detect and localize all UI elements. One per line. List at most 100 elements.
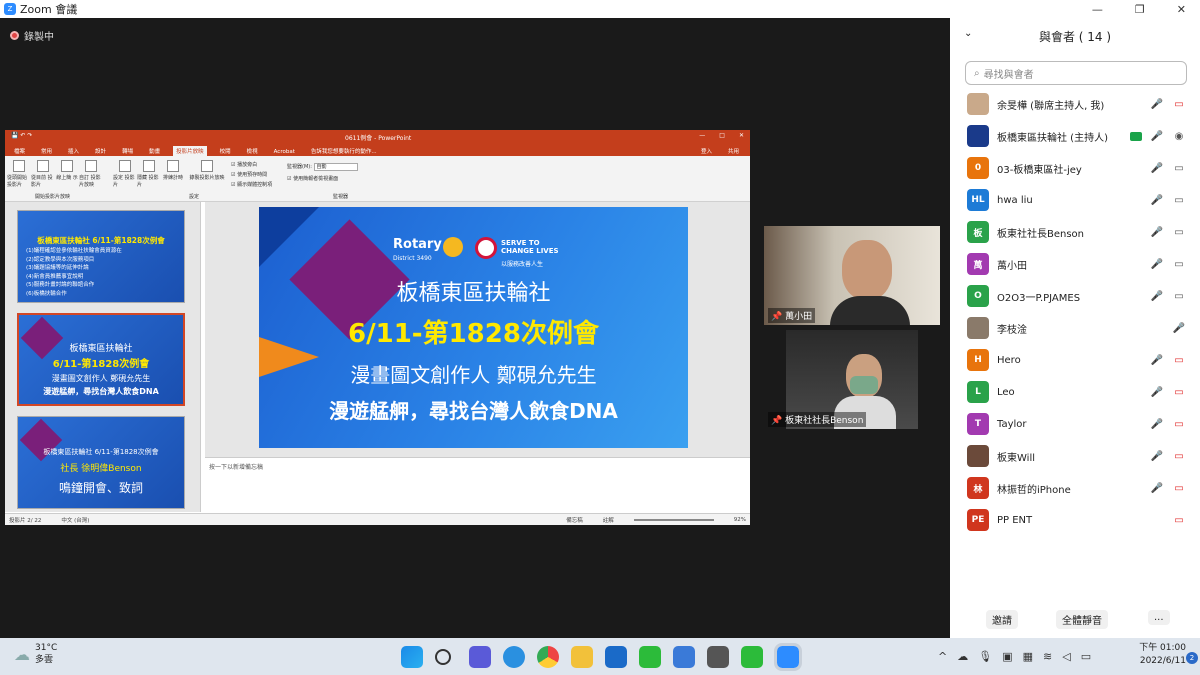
- tab-view[interactable]: 檢視: [244, 146, 261, 156]
- zoom-level[interactable]: 92%: [734, 517, 746, 523]
- camera-off-icon[interactable]: ▭: [1172, 481, 1186, 495]
- recording-indicator[interactable]: 錄製中: [10, 28, 54, 43]
- record-show-button[interactable]: 錄製投影片放映: [187, 160, 227, 181]
- video-tile-1[interactable]: 📌 萬小田: [764, 226, 940, 325]
- calculator-icon[interactable]: [707, 646, 729, 668]
- setup-show-button[interactable]: 設定 投影片: [113, 160, 137, 188]
- restore-icon[interactable]: ❐: [1135, 3, 1145, 16]
- tab-acrobat[interactable]: Acrobat: [271, 148, 298, 156]
- line-icon-2[interactable]: [741, 646, 763, 668]
- recording-icon[interactable]: ◉: [1172, 129, 1186, 143]
- mute-all-button[interactable]: 全體靜音: [1056, 610, 1108, 629]
- ppt-signin[interactable]: 登入: [698, 146, 715, 156]
- participant-row[interactable]: 余旻樺 (聯席主持人, 我) 🎤 ▭: [950, 88, 1200, 120]
- outlook-icon[interactable]: [605, 646, 627, 668]
- notes-toggle[interactable]: 備忘稿: [566, 516, 583, 524]
- from-current-button[interactable]: 從目前 投影片: [31, 160, 55, 188]
- participant-row[interactable]: 板板東社社長Benson 🎤 ▭: [950, 216, 1200, 248]
- ppt-minimize-icon[interactable]: —: [699, 132, 705, 139]
- start-icon[interactable]: [401, 646, 423, 668]
- save-icon[interactable]: 💾 ↶ ↷: [11, 132, 32, 139]
- camera-icon[interactable]: ▭: [1172, 193, 1186, 207]
- participant-row[interactable]: 林林振哲的iPhone 🎤 ▭: [950, 472, 1200, 504]
- tab-home[interactable]: 常用: [38, 146, 55, 156]
- weather-widget[interactable]: ☁ 31°C 多雲: [14, 642, 57, 666]
- chevron-down-icon[interactable]: ⌄: [964, 28, 972, 39]
- custom-show-button[interactable]: 自訂 投影片放映: [79, 160, 103, 188]
- ppt-window-controls[interactable]: — □ ✕: [699, 132, 744, 139]
- participant-row[interactable]: 李枝淦 🎤: [950, 312, 1200, 344]
- tell-me-search[interactable]: 告訴我您想要執行的動作...: [308, 146, 380, 156]
- mic-icon[interactable]: 🎤: [1150, 193, 1164, 207]
- from-beginning-button[interactable]: 從頭開始 投影片: [7, 160, 31, 188]
- participant-row[interactable]: L Leo 🎤 ▭: [950, 376, 1200, 408]
- participant-row[interactable]: 板東Will 🎤 ▭: [950, 440, 1200, 472]
- onedrive-icon[interactable]: ☁: [957, 650, 968, 663]
- mic-muted-icon[interactable]: 🎤: [1150, 353, 1164, 367]
- ppt-maximize-icon[interactable]: □: [719, 132, 725, 139]
- zoom-taskbar-icon[interactable]: [774, 643, 802, 671]
- notepad-icon[interactable]: [673, 646, 695, 668]
- chrome-icon[interactable]: [537, 646, 559, 668]
- mic-icon[interactable]: 🎤: [1150, 289, 1164, 303]
- ppt-close-icon[interactable]: ✕: [739, 132, 744, 139]
- camera-off-icon[interactable]: ▭: [1172, 385, 1186, 399]
- mic-icon[interactable]: 🎤: [1172, 321, 1186, 335]
- participant-row[interactable]: HL hwa liu 🎤 ▭: [950, 184, 1200, 216]
- mic-muted-icon[interactable]: 🎤: [1150, 385, 1164, 399]
- tab-file[interactable]: 檔案: [11, 146, 28, 156]
- search-icon[interactable]: [435, 649, 451, 665]
- tab-review[interactable]: 校閱: [217, 146, 234, 156]
- timings-checkbox[interactable]: ☑ 使用預存時間: [231, 170, 272, 180]
- edge-icon[interactable]: [503, 646, 525, 668]
- rehearse-button[interactable]: 排練計時: [161, 160, 185, 181]
- display-icon[interactable]: ▣: [1002, 650, 1012, 663]
- system-tray-icons[interactable]: ^ ☁ 🎙 ▣ ▦ ≋ ◁ ▭: [938, 650, 1091, 663]
- participant-row[interactable]: 板橋東區扶輪社 (主持人) 🎤 ◉: [950, 120, 1200, 152]
- clock[interactable]: 下午 01:00 2022/6/11: [1139, 642, 1186, 668]
- mic-icon[interactable]: 🎙: [978, 650, 992, 663]
- tab-slideshow[interactable]: 投影片放映: [173, 146, 207, 156]
- participant-row[interactable]: PE PP ENT ▭: [950, 504, 1200, 536]
- camera-off-icon[interactable]: ▭: [1172, 417, 1186, 431]
- notification-badge[interactable]: 2: [1186, 652, 1198, 664]
- close-icon[interactable]: ✕: [1177, 3, 1186, 16]
- teams-chat-icon[interactable]: [469, 646, 491, 668]
- invite-button[interactable]: 邀請: [986, 610, 1018, 629]
- narration-checkbox[interactable]: ☑ 播放旁白: [231, 160, 272, 170]
- slide-thumb-3[interactable]: 3 板橋東區扶輪社 6/11-第1828次例會 社長 徐明偉Benson 鳴鐘開…: [17, 416, 185, 509]
- camera-icon[interactable]: ▭: [1172, 225, 1186, 239]
- hide-slide-button[interactable]: 隱藏 投影片: [137, 160, 161, 188]
- file-explorer-icon[interactable]: [571, 646, 593, 668]
- mic-icon[interactable]: 🎤: [1150, 129, 1164, 143]
- wifi-icon[interactable]: ≋: [1043, 650, 1052, 663]
- camera-icon[interactable]: ▭: [1172, 161, 1186, 175]
- chevron-up-icon[interactable]: ^: [938, 650, 947, 663]
- tab-design[interactable]: 設計: [92, 146, 109, 156]
- video-tile-2[interactable]: 📌 板東社社長Benson: [764, 330, 940, 429]
- shared-screen-powerpoint[interactable]: 💾 ↶ ↷ 0611例會 - PowerPoint — □ ✕ 檔案 常用 插入 設…: [5, 130, 750, 525]
- slide-thumb-2[interactable]: 2 板橋東區扶輪社 6/11-第1828次例會 漫畫圖文創作人 鄭硯允先生 漫遊…: [17, 313, 185, 406]
- volume-icon[interactable]: ◁: [1062, 650, 1070, 663]
- participant-row[interactable]: O O2O3一P.PJAMES 🎤 ▭: [950, 280, 1200, 312]
- battery-icon[interactable]: ▭: [1081, 650, 1091, 663]
- ime-icon[interactable]: ▦: [1023, 650, 1033, 663]
- participant-row[interactable]: T Taylor 🎤 ▭: [950, 408, 1200, 440]
- tab-transitions[interactable]: 轉場: [119, 146, 136, 156]
- participant-row[interactable]: 萬萬小田 🎤 ▭: [950, 248, 1200, 280]
- line-icon[interactable]: [639, 646, 661, 668]
- language[interactable]: 中文 (台灣): [61, 516, 89, 524]
- notes-pane[interactable]: 按一下以新增備忘稿: [205, 457, 750, 512]
- mic-muted-icon[interactable]: 🎤: [1150, 417, 1164, 431]
- camera-off-icon[interactable]: ▭: [1172, 353, 1186, 367]
- mic-icon[interactable]: 🎤: [1150, 161, 1164, 175]
- camera-off-icon[interactable]: ▭: [1172, 97, 1186, 111]
- camera-off-icon[interactable]: ▭: [1172, 513, 1186, 527]
- mic-muted-icon[interactable]: 🎤: [1150, 97, 1164, 111]
- mic-muted-icon[interactable]: 🎤: [1150, 449, 1164, 463]
- more-button[interactable]: ...: [1148, 610, 1170, 625]
- presenter-view-checkbox[interactable]: ☑ 使用簡報者檢視畫面: [287, 173, 358, 185]
- minimize-icon[interactable]: —: [1092, 3, 1103, 16]
- present-online-button[interactable]: 線上簡 示: [55, 160, 79, 181]
- comments-toggle[interactable]: 註解: [603, 516, 614, 524]
